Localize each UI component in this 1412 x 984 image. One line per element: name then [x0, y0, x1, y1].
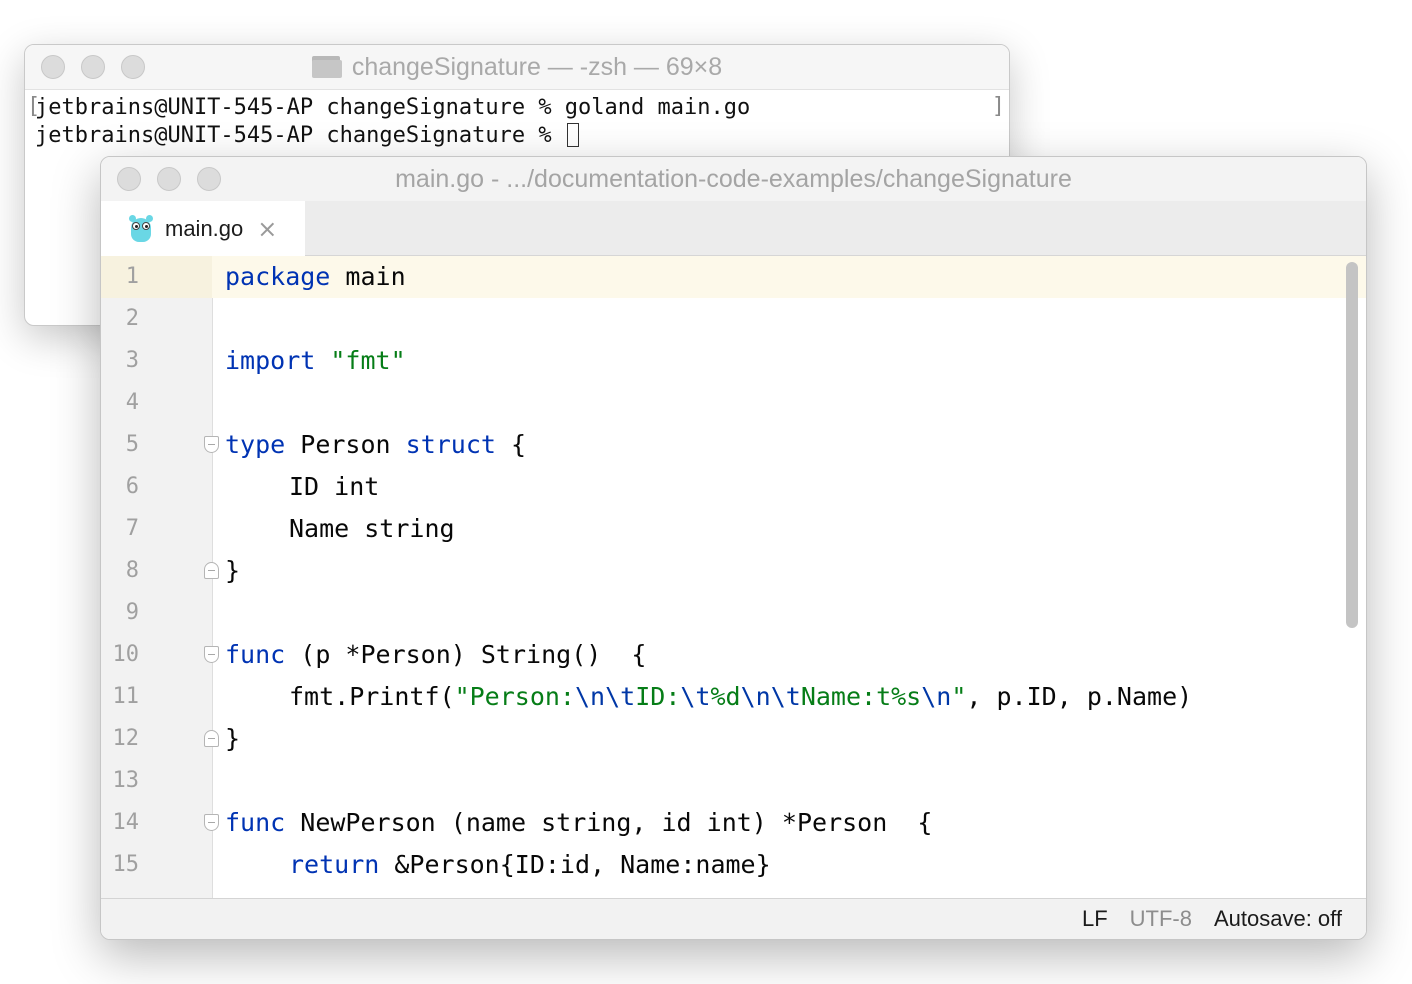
- folder-icon: [311, 56, 342, 78]
- line-number: 15: [112, 852, 140, 877]
- code-line: return &Person{ID:id, Name:name}: [289, 850, 771, 879]
- code-line: ID int: [289, 472, 380, 501]
- code-line: package main: [225, 262, 406, 291]
- code-line: func NewPerson (name string, id int) *Pe…: [225, 808, 933, 837]
- code-line: }: [225, 556, 241, 585]
- line-number: 4: [125, 390, 139, 415]
- code-line: Name string: [289, 514, 455, 543]
- gopher-icon: [129, 214, 153, 243]
- line-number: 9: [125, 600, 139, 625]
- editor-title: main.go - .../documentation-code-example…: [395, 164, 1072, 193]
- line-number: 13: [112, 768, 140, 793]
- code-editor[interactable]: 1 2 3 4 5 6 7 8 9 10 11 12 13 14 15 pack…: [101, 256, 1366, 899]
- line-number: 5: [125, 432, 139, 457]
- editor-tab-bar: main.go ×: [101, 201, 1366, 256]
- desktop: changeSignature — -zsh — 69×8 [ ] jetbra…: [0, 0, 1412, 984]
- line-number: 11: [112, 684, 140, 709]
- terminal-titlebar[interactable]: changeSignature — -zsh — 69×8: [25, 45, 1009, 90]
- fold-marker-icon[interactable]: [204, 436, 219, 453]
- line-separator-indicator[interactable]: LF: [1082, 906, 1108, 932]
- terminal-cursor: [566, 123, 579, 147]
- editor-window[interactable]: main.go - .../documentation-code-example…: [100, 156, 1367, 940]
- line-number: 3: [125, 348, 139, 373]
- line-number: 6: [125, 474, 139, 499]
- fold-marker-icon[interactable]: [204, 646, 219, 663]
- line-number: 8: [125, 558, 139, 583]
- code-line: }: [225, 724, 241, 753]
- code-line: fmt.Printf("Person:\n\tID:\t%d\n\tName:t…: [289, 682, 1193, 711]
- vertical-scrollbar[interactable]: [1346, 262, 1358, 628]
- line-number: 14: [112, 810, 140, 835]
- close-icon[interactable]: ×: [257, 217, 277, 241]
- terminal-prompt: jetbrains@UNIT-545-AP changeSignature %: [35, 123, 565, 148]
- terminal-title: changeSignature — -zsh — 69×8: [25, 45, 1009, 89]
- fold-marker-icon[interactable]: [204, 814, 219, 831]
- tab-label: main.go: [165, 215, 244, 241]
- fold-marker-icon[interactable]: [204, 730, 219, 747]
- line-number: 2: [125, 306, 139, 331]
- terminal-title-text: changeSignature — -zsh — 69×8: [351, 52, 723, 81]
- line-number: 10: [112, 642, 140, 667]
- terminal-line: jetbrains@UNIT-545-AP changeSignature %: [35, 122, 579, 150]
- code-line: type Person struct {: [225, 430, 527, 459]
- status-bar: LF UTF-8 Autosave: off: [101, 898, 1366, 939]
- line-number: 12: [112, 726, 140, 751]
- editor-titlebar[interactable]: main.go - .../documentation-code-example…: [101, 157, 1366, 202]
- code-line: import "fmt": [225, 346, 406, 375]
- encoding-indicator[interactable]: UTF-8: [1130, 906, 1192, 932]
- code-line: func (p *Person) String() {: [225, 640, 647, 669]
- line-number: 7: [125, 516, 139, 541]
- terminal-mark-bracket-right: ]: [991, 94, 1005, 119]
- autosave-indicator[interactable]: Autosave: off: [1214, 906, 1342, 932]
- terminal-line: jetbrains@UNIT-545-AP changeSignature % …: [35, 95, 751, 120]
- line-number: 1: [125, 264, 139, 289]
- fold-marker-icon[interactable]: [204, 562, 219, 579]
- tab-main-go[interactable]: main.go ×: [101, 201, 305, 256]
